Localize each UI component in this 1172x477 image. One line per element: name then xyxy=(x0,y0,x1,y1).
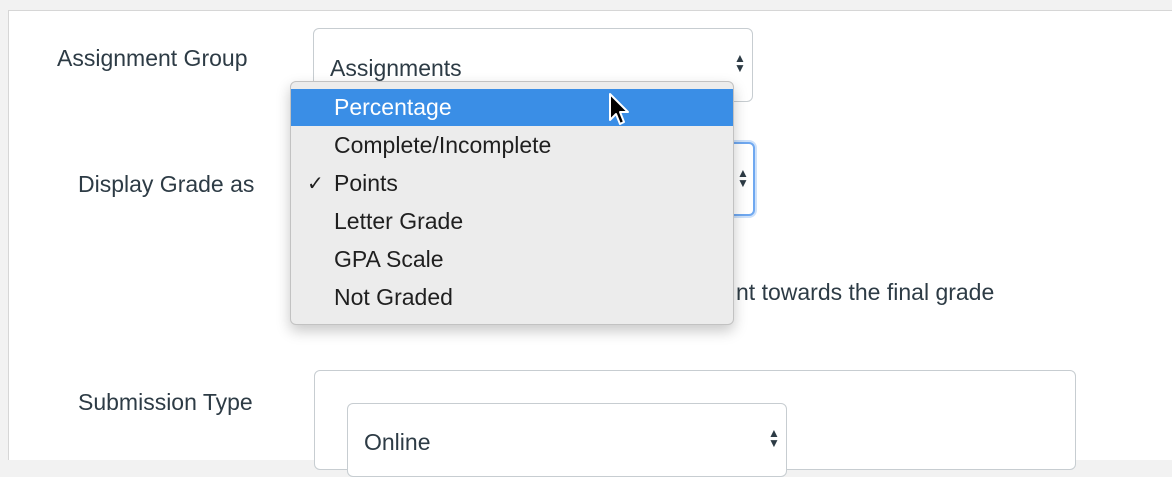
menu-item-label: GPA Scale xyxy=(334,246,444,272)
updown-chevron-icon: ▲ ▼ xyxy=(734,51,746,75)
submission-type-label: Submission Type xyxy=(78,389,253,415)
assignment-group-value: Assignments xyxy=(330,55,462,81)
mouse-pointer-icon xyxy=(609,93,629,125)
display-grade-label: Display Grade as xyxy=(78,171,255,197)
menu-item-label: Not Graded xyxy=(334,284,453,310)
menu-item-label: Letter Grade xyxy=(334,208,464,234)
menu-item-letter-grade[interactable]: Letter Grade xyxy=(291,203,733,240)
menu-item-label: Complete/Incomplete xyxy=(334,132,552,158)
menu-item-gpa-scale[interactable]: GPA Scale xyxy=(291,241,733,278)
menu-item-not-graded[interactable]: Not Graded xyxy=(291,279,733,316)
menu-item-label: Points xyxy=(334,170,398,196)
checkmark-icon: ✓ xyxy=(307,173,324,195)
menu-item-percentage[interactable]: Percentage xyxy=(291,89,733,126)
menu-item-complete-incomplete[interactable]: Complete/Incomplete xyxy=(291,127,733,164)
grade-count-note: nt towards the final grade xyxy=(736,279,995,305)
menu-item-points[interactable]: ✓ Points xyxy=(291,165,733,202)
updown-chevron-icon: ▲ ▼ xyxy=(737,166,749,190)
submission-type-select[interactable]: Online ▲ ▼ xyxy=(347,403,787,477)
display-grade-dropdown-menu: Percentage Complete/Incomplete ✓ Points … xyxy=(290,81,734,325)
submission-type-container: Online ▲ ▼ xyxy=(314,370,1076,477)
assignment-group-label: Assignment Group xyxy=(57,45,248,71)
updown-chevron-icon: ▲ ▼ xyxy=(768,426,780,450)
submission-type-value: Online xyxy=(364,429,431,455)
menu-item-label: Percentage xyxy=(334,94,452,120)
